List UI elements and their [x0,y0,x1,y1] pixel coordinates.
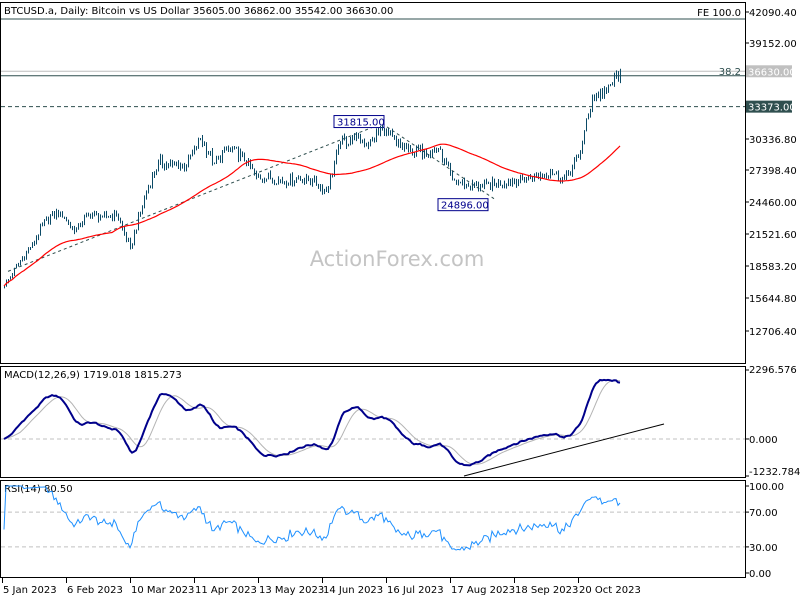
y-tick-label: 15644.80 [749,294,797,305]
x-tick-label: 17 Aug 2023 [451,585,515,596]
rsi-panel[interactable] [0,480,746,578]
y-tick-label: 39152.00 [749,39,797,50]
macd-title: MACD(12,26,9) 1719.018 1815.273 [4,370,182,381]
x-tick-label: 6 Feb 2023 [67,585,123,596]
y-tick-label: 27398.40 [749,166,797,177]
y-tick-label: 12706.40 [749,327,797,338]
trading-chart[interactable]: ActionForex.com BTCUSD.a, Daily: Bitcoin… [0,0,800,600]
y-tick-label: 21521.60 [749,230,797,241]
macd-panel[interactable] [0,366,746,478]
x-tick-label: 5 Jan 2023 [3,585,57,596]
current-price-tag-label: 36630.00 [748,67,796,78]
rsi-y-tick-label: 30.00 [749,543,778,554]
macd-y-tick-label: 2296.576 [749,365,797,376]
y-tick-label: 42090.40 [749,8,797,19]
x-tick-label: 16 Jul 2023 [387,585,444,596]
price-panel[interactable] [0,2,746,364]
rsi-y-tick-label: 100.00 [749,482,784,493]
y-tick-label: 24460.00 [749,198,797,209]
macd-y-tick-label: 0.000 [749,435,778,446]
x-tick-label: 10 Mar 2023 [131,585,194,596]
chart-title: BTCUSD.a, Daily: Bitcoin vs US Dollar 35… [4,6,393,17]
y-tick-label: 18583.20 [749,262,797,273]
x-tick-label: 14 Jun 2023 [323,585,383,596]
price-annotation-label: 24896.00 [441,201,489,212]
x-tick-label: 11 Apr 2023 [195,585,257,596]
x-tick-label: 18 Sep 2023 [515,585,578,596]
rsi-y-tick-label: 0.00 [749,569,771,580]
fe-100-label: FE 100.0 [697,8,741,19]
rsi-y-tick-label: 70.00 [749,508,778,519]
watermark: ActionForex.com [310,247,485,271]
y-tick-label: 30336.80 [749,135,797,146]
support-price-tag-label: 33373.00 [748,103,796,114]
price-annotation-label: 31815.00 [337,118,385,129]
x-tick-label: 20 Oct 2023 [579,585,641,596]
fib-38-2-label: 38.2 [719,67,741,78]
x-tick-label: 13 May 2023 [259,585,324,596]
macd-y-tick-label: -1232.784 [749,467,800,478]
